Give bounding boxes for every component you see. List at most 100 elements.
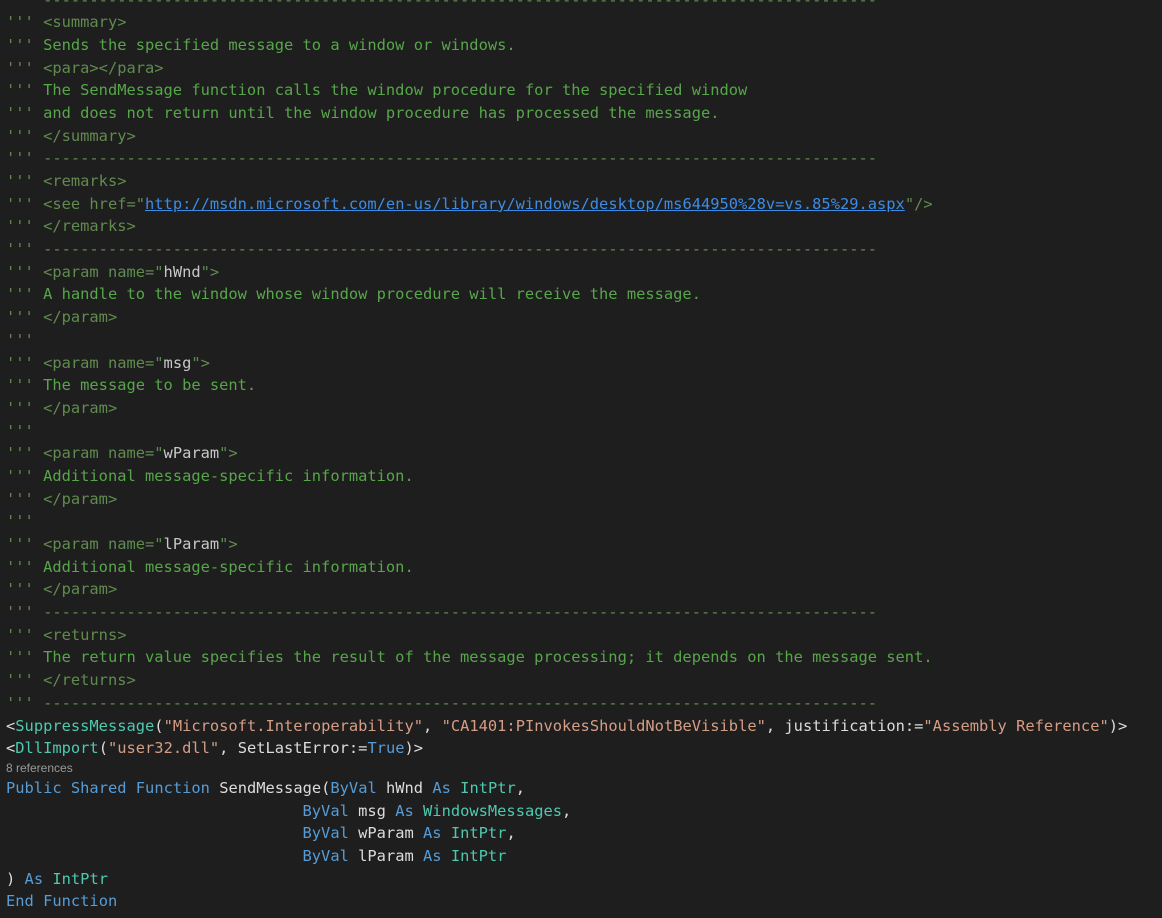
code-token: msg <box>163 353 192 372</box>
code-token: <see href=" <box>43 194 146 213</box>
code-token: </remarks> <box>43 217 136 236</box>
comment-line[interactable]: ''' <param name="wParam"> <box>0 442 1162 465</box>
comment-line[interactable]: ''' <box>0 329 1162 352</box>
comment-line[interactable]: ''' </param> <box>0 488 1162 511</box>
code-token: ''' <box>6 103 44 122</box>
comment-line[interactable]: ''' </returns> <box>0 669 1162 692</box>
code-token: "> <box>191 353 210 372</box>
code-token: ByVal <box>330 778 377 797</box>
code-token: IntPtr <box>450 846 507 865</box>
code-token: </summary> <box>43 126 136 145</box>
code-token: )> <box>404 739 424 758</box>
code-token: msg <box>348 801 396 820</box>
comment-line[interactable]: ''' and does not return until the window… <box>0 102 1162 125</box>
code-token: ''' <box>6 398 44 417</box>
parameter-line[interactable]: ByVal wParam As IntPtr, <box>0 822 1162 845</box>
code-token: End <box>6 892 34 911</box>
code-token: </param> <box>43 308 118 327</box>
code-token: SuppressMessage <box>15 716 155 735</box>
code-token: , <box>423 716 442 735</box>
comment-separator-line[interactable]: ''' ------------------------------------… <box>0 601 1162 624</box>
comment-line[interactable]: ''' <returns> <box>0 624 1162 647</box>
end-function-line[interactable]: End Function <box>0 890 1162 913</box>
code-token: ''' <box>6 308 44 327</box>
comment-separator-line[interactable]: ''' ------------------------------------… <box>0 147 1162 170</box>
code-token: ''' <box>6 58 44 77</box>
code-token: ''' <box>6 194 44 213</box>
code-token: Function <box>135 778 210 797</box>
code-token: <returns> <box>43 625 127 644</box>
comment-line[interactable]: ''' <summary> <box>0 11 1162 34</box>
code-token: and does not return until the window pro… <box>43 103 720 122</box>
return-type-line[interactable]: ) As IntPtr <box>0 868 1162 891</box>
code-token: wParam <box>348 824 423 843</box>
comment-line[interactable]: ''' <para></para> <box>0 57 1162 80</box>
comment-line[interactable]: ''' <see href="http://msdn.microsoft.com… <box>0 193 1162 216</box>
code-token: The return value specifies the result of… <box>43 648 933 667</box>
function-signature-line[interactable]: Public Shared Function SendMessage(ByVal… <box>0 777 1162 800</box>
doc-link[interactable]: http://msdn.microsoft.com/en-us/library/… <box>145 195 905 213</box>
code-token: IntPtr <box>460 778 516 797</box>
code-token: ----------------------------------------… <box>43 0 877 9</box>
comment-line[interactable]: ''' <box>0 510 1162 533</box>
code-token: WindowsMessages <box>423 801 563 820</box>
code-token: ''' <box>6 421 34 440</box>
code-token: Function <box>43 892 118 911</box>
parameter-line[interactable]: ByVal msg As WindowsMessages, <box>0 800 1162 823</box>
code-token: , justification:= <box>765 716 924 735</box>
comment-line[interactable]: ''' The message to be sent. <box>0 374 1162 397</box>
code-token: <param name=" <box>43 262 164 281</box>
attribute-line[interactable]: <SuppressMessage("Microsoft.Interoperabi… <box>0 715 1162 738</box>
code-token: "Microsoft.Interoperability" <box>163 716 424 735</box>
code-token: ''' <box>6 376 44 395</box>
comment-line[interactable]: ''' </param> <box>0 397 1162 420</box>
codelens-references[interactable]: 8 references <box>0 760 1162 777</box>
code-token: ''' <box>6 126 44 145</box>
comment-line[interactable]: ''' <param name="msg"> <box>0 352 1162 375</box>
comment-line[interactable]: ''' </param> <box>0 306 1162 329</box>
code-token: ''' <box>6 466 44 485</box>
comment-line[interactable]: ''' </remarks> <box>0 215 1162 238</box>
code-token: Shared <box>70 778 127 797</box>
comment-line[interactable]: ''' <remarks> <box>0 170 1162 193</box>
code-token: IntPtr <box>450 824 507 843</box>
code-token: ) <box>6 869 25 888</box>
parameter-line[interactable]: ByVal lParam As IntPtr <box>0 845 1162 868</box>
code-token: <remarks> <box>43 172 127 190</box>
code-token: "> <box>219 535 238 553</box>
comment-line[interactable]: ''' A handle to the window whose window … <box>0 283 1162 306</box>
comment-line[interactable]: ''' </summary> <box>0 125 1162 148</box>
comment-line[interactable]: ''' The return value specifies the resul… <box>0 646 1162 669</box>
code-token: ----------------------------------------… <box>43 149 878 168</box>
comment-line[interactable]: ''' The SendMessage function calls the w… <box>0 79 1162 102</box>
code-token: <param name=" <box>43 444 164 463</box>
code-token: )> <box>1108 716 1128 735</box>
comment-separator-line[interactable]: ''' ------------------------------------… <box>0 692 1162 715</box>
comment-line[interactable]: ''' </param> <box>0 578 1162 601</box>
code-token: </returns> <box>43 671 136 690</box>
comment-line[interactable]: ''' Sends the specified message to a win… <box>0 34 1162 57</box>
attribute-line[interactable]: <DllImport("user32.dll", SetLastError:=T… <box>0 737 1162 760</box>
comment-separator-line[interactable]: ''' ------------------------------------… <box>0 238 1162 261</box>
code-token: "CA1401:PInvokesShouldNotBeVisible" <box>441 716 766 735</box>
code-token: Sends the specified message to a window … <box>43 35 516 54</box>
code-token: "/> <box>904 194 933 213</box>
comment-line[interactable]: ''' <param name="hWnd"> <box>0 261 1162 284</box>
comment-line[interactable]: ''' <param name="lParam"> <box>0 533 1162 556</box>
code-token: Additional message-specific information. <box>43 466 414 485</box>
code-token: ''' <box>6 172 44 190</box>
code-token: </param> <box>43 580 118 599</box>
code-token: < <box>6 716 16 735</box>
comment-separator-line[interactable]: ''' ------------------------------------… <box>0 0 1162 11</box>
comment-line[interactable]: ''' Additional message-specific informat… <box>0 556 1162 579</box>
code-token: , <box>562 801 572 820</box>
code-token: ''' <box>6 353 44 372</box>
comment-line[interactable]: ''' Additional message-specific informat… <box>0 465 1162 488</box>
comment-line[interactable]: ''' <box>0 420 1162 443</box>
code-editor[interactable]: ''' ------------------------------------… <box>0 0 1162 918</box>
